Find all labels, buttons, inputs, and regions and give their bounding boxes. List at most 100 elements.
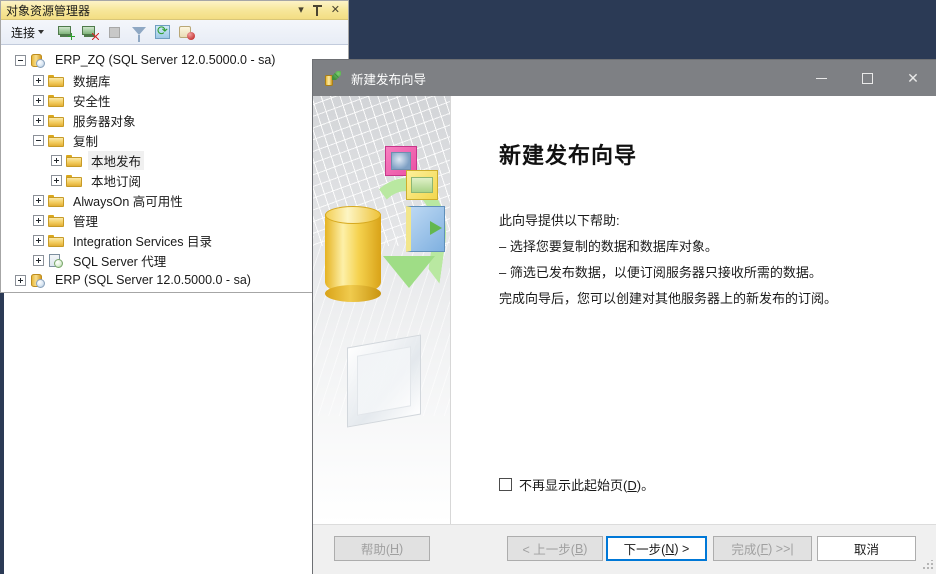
checkbox-label-after: )。: [636, 478, 655, 493]
dialog-footer: 帮助(H) < 上一步(B) 下一步(N) > 完成(F) >>| 取消: [313, 524, 936, 574]
tree-node-label: SQL Server 代理: [73, 254, 167, 269]
object-explorer-title: 对象资源管理器: [6, 3, 91, 18]
dialog-title: 新建发布向导: [351, 72, 427, 87]
pin-icon[interactable]: [312, 4, 322, 16]
expand-icon[interactable]: [33, 94, 44, 106]
next-button[interactable]: 下一步(N) >: [606, 536, 707, 561]
minimize-icon: [815, 77, 827, 79]
tree-node-replication[interactable]: 复制: [1, 130, 348, 150]
previous-button-accel: B: [574, 541, 584, 556]
expand-icon[interactable]: [51, 174, 62, 186]
finish-button[interactable]: 完成(F) >>|: [713, 536, 812, 561]
expand-icon[interactable]: [51, 154, 62, 166]
connect-button-label: 连接: [11, 25, 36, 40]
new-publication-wizard-dialog: 新建发布向导 ✕ 新建发布向导 此向导提供以下帮助: – 选择您要复制的数据和数…: [313, 60, 936, 574]
wizard-bullet-2: – 筛选已发布数据，以便订阅服务器只接收所需的数据。: [499, 265, 822, 280]
next-button-text-before: 下一步(: [623, 543, 666, 557]
collapse-icon[interactable]: [15, 54, 26, 66]
refresh-button[interactable]: [152, 22, 173, 42]
collapse-icon[interactable]: [33, 134, 44, 146]
tree-node-security[interactable]: 安全性: [1, 90, 348, 110]
previous-button-text-before: < 上一步(: [522, 543, 575, 557]
tree-node-integration-services[interactable]: Integration Services 目录: [1, 230, 348, 250]
next-button-text-after: ) >: [674, 541, 690, 556]
finish-button-text-after: ) >>|: [768, 541, 794, 556]
tree-node-databases[interactable]: 数据库: [1, 70, 348, 90]
object-explorer-tree[interactable]: ERP_ZQ (SQL Server 12.0.5000.0 - sa) 数据库…: [1, 46, 348, 292]
help-button-text-after: ): [399, 541, 404, 556]
tree-node-sql-server-agent[interactable]: SQL Server 代理: [1, 250, 348, 270]
finish-button-text-before: 完成(: [731, 543, 761, 557]
help-button[interactable]: 帮助(H): [334, 536, 430, 561]
maximize-icon: [861, 72, 873, 84]
tree-node-label: 数据库: [73, 74, 111, 89]
disconnect-object-explorer-button[interactable]: [80, 22, 101, 42]
tree-node-label: 本地发布: [88, 150, 145, 170]
dialog-titlebar[interactable]: 新建发布向导 ✕: [313, 60, 936, 96]
close-icon[interactable]: ✕: [331, 4, 340, 16]
tree-node-erp-zq[interactable]: ERP_ZQ (SQL Server 12.0.5000.0 - sa): [1, 50, 348, 70]
expand-icon[interactable]: [15, 274, 26, 286]
previous-button[interactable]: < 上一步(B): [507, 536, 603, 561]
publication-article-icon: [406, 206, 445, 252]
filter-button[interactable]: [128, 22, 149, 42]
checkbox-box[interactable]: [499, 478, 512, 491]
tree-node-server-objects[interactable]: 服务器对象: [1, 110, 348, 130]
connect-object-explorer-button[interactable]: [56, 22, 77, 42]
wizard-closing-line: 完成向导后，您可以创建对其他服务器上的新发布的订阅。: [499, 291, 838, 306]
close-icon: ✕: [907, 70, 919, 86]
wizard-intro-line: 此向导提供以下帮助:: [499, 213, 620, 228]
connect-object-explorer-icon: [58, 24, 76, 40]
wizard-heading: 新建发布向导: [499, 143, 638, 168]
tree-node-local-subscriptions[interactable]: 本地订阅: [1, 170, 348, 190]
object-explorer-panel: 对象资源管理器 ▾ ✕ 连接 ⟳ ERP_ZQ (SQL Server 12.0…: [0, 0, 349, 293]
cancel-button[interactable]: 取消: [817, 536, 916, 561]
script-button[interactable]: [176, 22, 197, 42]
folder-icon: [48, 213, 65, 228]
filter-icon: [131, 26, 146, 42]
tree-node-erp[interactable]: ERP (SQL Server 12.0.5000.0 - sa): [1, 270, 348, 290]
object-explorer-toolbar: 连接: [1, 20, 348, 45]
screen-root: 对象资源管理器 ▾ ✕ 连接 ⟳ ERP_ZQ (SQL Server 12.0…: [0, 0, 936, 574]
tree-node-management[interactable]: 管理: [1, 210, 348, 230]
folder-icon: [48, 193, 65, 208]
minimize-button[interactable]: [798, 60, 844, 96]
tree-node-label: 复制: [73, 134, 99, 149]
folder-icon: [66, 173, 83, 188]
expand-icon[interactable]: [33, 74, 44, 86]
tree-node-label: 本地订阅: [91, 174, 142, 189]
chevron-down-icon[interactable]: ▾: [298, 4, 304, 16]
folder-icon: [48, 133, 65, 148]
object-explorer-titlebar: 对象资源管理器 ▾ ✕: [1, 1, 348, 20]
checkbox-label-accel: D: [627, 478, 637, 493]
wizard-bullet-1: – 选择您要复制的数据和数据库对象。: [499, 239, 718, 254]
server-icon: [30, 53, 47, 68]
tree-node-label: 安全性: [73, 94, 111, 109]
wizard-content: 新建发布向导 此向导提供以下帮助: – 选择您要复制的数据和数据库对象。 – 筛…: [451, 96, 936, 524]
disconnect-object-explorer-icon: [82, 24, 100, 40]
script-icon: [178, 25, 195, 40]
ssms-document-area: [4, 290, 314, 574]
stop-icon: [109, 26, 121, 38]
close-button[interactable]: ✕: [890, 60, 936, 96]
tree-node-local-publications[interactable]: 本地发布: [1, 150, 348, 170]
dialog-body: 新建发布向导 此向导提供以下帮助: – 选择您要复制的数据和数据库对象。 – 筛…: [313, 96, 936, 524]
tree-node-label: AlwaysOn 高可用性: [73, 194, 183, 209]
connect-button[interactable]: 连接: [7, 22, 48, 43]
folder-icon: [48, 233, 65, 248]
expand-icon[interactable]: [33, 234, 44, 246]
expand-icon[interactable]: [33, 214, 44, 226]
folder-icon: [48, 73, 65, 88]
stop-button: [104, 22, 125, 42]
tree-node-label: Integration Services 目录: [73, 234, 212, 249]
checkbox-label-before: 不再显示此起始页(: [519, 478, 628, 493]
maximize-button[interactable]: [844, 60, 890, 96]
expand-icon[interactable]: [33, 114, 44, 126]
tree-node-label: 服务器对象: [73, 114, 136, 129]
tree-node-alwayson[interactable]: AlwaysOn 高可用性: [1, 190, 348, 210]
resize-grip[interactable]: [922, 560, 933, 571]
do-not-show-start-page-checkbox[interactable]: 不再显示此起始页(D)。: [499, 475, 654, 494]
expand-icon[interactable]: [33, 194, 44, 206]
expand-icon[interactable]: [33, 254, 44, 266]
tree-node-label: 管理: [73, 214, 99, 229]
